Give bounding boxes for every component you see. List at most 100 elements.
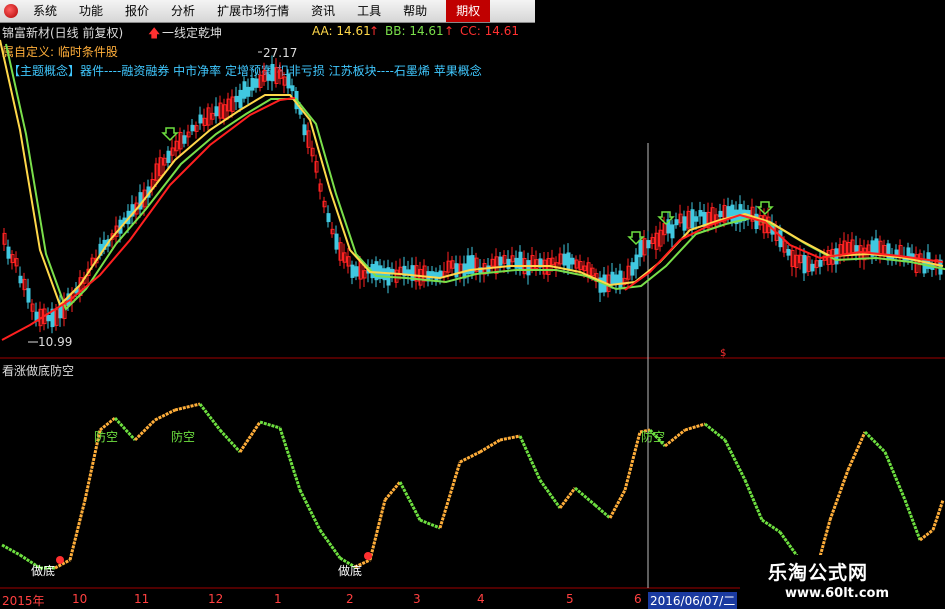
candlestick xyxy=(786,248,791,256)
watermark-url: www.60lt.com xyxy=(785,586,890,601)
oscillator-segment xyxy=(846,431,867,471)
zuodi-label-2: 做底 xyxy=(338,564,363,578)
candlestick xyxy=(646,240,651,249)
oscillator-segment xyxy=(383,481,402,501)
candlestick xyxy=(46,314,51,322)
oscillator-segment xyxy=(623,431,642,491)
time-axis-label: 3 xyxy=(413,592,421,606)
buy-down-arrow-icon xyxy=(161,127,179,142)
candlestick xyxy=(610,271,615,285)
oscillator-segment xyxy=(743,479,764,521)
candlestick xyxy=(690,209,695,229)
candlestick xyxy=(270,64,275,82)
oscillator-segment xyxy=(518,435,542,481)
time-axis-label: 10 xyxy=(72,592,88,606)
buy-down-arrow-icon xyxy=(657,211,675,226)
low-price-label: 10.99 xyxy=(38,335,73,349)
oscillator-segment xyxy=(479,438,501,454)
candlestick xyxy=(302,124,307,136)
oscillator-segment xyxy=(398,481,422,521)
candlestick xyxy=(250,78,255,91)
candlestick xyxy=(326,213,331,223)
oscillator-segment xyxy=(154,408,176,422)
oscillator-segment xyxy=(174,402,201,412)
high-price-label: 27.17 xyxy=(263,46,298,60)
candlestick xyxy=(350,264,355,278)
oscillator-segment xyxy=(133,418,157,442)
oscillator-segment xyxy=(218,428,242,454)
candlestick xyxy=(234,95,239,103)
candlestick xyxy=(818,259,823,267)
oscillator-segment xyxy=(368,499,387,561)
candlestick xyxy=(638,239,643,258)
candlestick xyxy=(246,86,251,97)
candlestick xyxy=(614,274,619,285)
signal-dollar-icon: $ xyxy=(720,348,726,359)
oscillator-segment xyxy=(558,487,577,509)
candlestick xyxy=(6,246,11,259)
candlestick xyxy=(382,268,387,281)
candlestick xyxy=(214,106,219,117)
watermark-title: 乐淘公式网 xyxy=(768,562,869,584)
candlestick xyxy=(182,135,187,144)
candlestick xyxy=(674,219,679,226)
candlestick xyxy=(670,224,675,239)
fangkong-label-2: 防空 xyxy=(171,430,196,444)
candlestick xyxy=(730,204,735,223)
current-date-label: 2016/06/07/二 xyxy=(648,592,738,609)
time-axis-label: 4 xyxy=(477,592,485,606)
oscillator-segment xyxy=(68,499,87,561)
candlestick xyxy=(634,254,639,270)
candlestick xyxy=(26,288,31,303)
oscillator-segment xyxy=(664,428,686,448)
oscillator-segment xyxy=(863,430,887,454)
fangkong-label-1: 防空 xyxy=(94,430,119,444)
candlestick xyxy=(166,150,171,163)
oscillator-segment xyxy=(278,427,302,491)
fangkong-label-3: 防空 xyxy=(641,430,666,444)
candlestick xyxy=(254,78,259,88)
bottom-marker-icon xyxy=(56,556,64,564)
oscillator-segment xyxy=(459,450,481,464)
time-axis-label: 12 xyxy=(208,592,224,606)
oscillator-segment xyxy=(318,529,342,559)
kline-chart[interactable]: $ xyxy=(0,0,945,609)
oscillator-segment xyxy=(238,421,262,453)
candlestick xyxy=(286,73,291,89)
oscillator-segment xyxy=(919,528,934,542)
candlestick xyxy=(698,210,703,217)
time-axis-label: 2015年 xyxy=(2,594,45,608)
oscillator-segment xyxy=(931,499,945,531)
candlestick xyxy=(242,81,247,99)
time-axis-label: 6 xyxy=(634,592,642,606)
oscillator-segment xyxy=(298,489,322,531)
candlestick xyxy=(354,266,359,277)
candlestick xyxy=(682,216,687,231)
oscillator-segment xyxy=(198,403,222,431)
oscillator-segment xyxy=(1,543,21,557)
oscillator-segment xyxy=(704,422,726,442)
oscillator-segment xyxy=(538,479,562,509)
oscillator-segment xyxy=(574,486,596,507)
moving-average-red xyxy=(1,97,296,341)
candlestick xyxy=(526,260,531,276)
candlestick xyxy=(198,114,203,124)
bottom-marker-icon xyxy=(364,552,372,560)
candlestick xyxy=(334,233,339,250)
oscillator-segment xyxy=(594,503,611,520)
oscillator-segment xyxy=(723,439,747,481)
candlestick xyxy=(694,216,699,222)
candlestick xyxy=(238,89,243,108)
oscillator-segment xyxy=(684,422,706,432)
candlestick xyxy=(810,263,815,272)
candlestick xyxy=(718,210,723,218)
candlestick xyxy=(630,262,635,276)
candlestick xyxy=(454,263,459,278)
oscillator-segment xyxy=(903,499,922,541)
candlestick xyxy=(438,270,443,278)
lower-panel-title: 看涨做底防空 xyxy=(2,364,75,378)
candlestick xyxy=(570,257,575,265)
oscillator-segment xyxy=(499,434,521,442)
candlestick xyxy=(562,253,567,266)
time-axis-label: 2 xyxy=(346,592,354,606)
